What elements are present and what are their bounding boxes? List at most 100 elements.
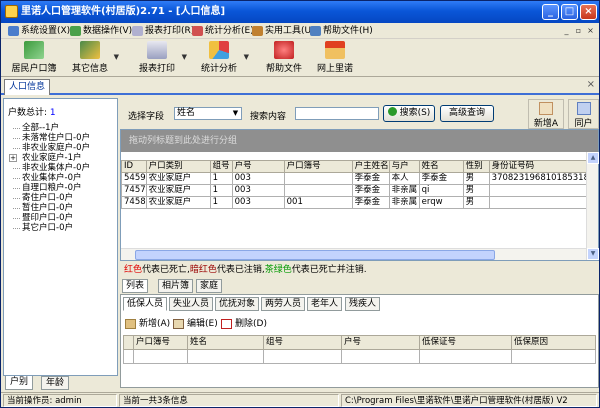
menu-data-ops[interactable]: 数据操作(V) <box>69 24 132 38</box>
stat-analysis-button[interactable]: 统计分析 ▼ <box>197 41 249 75</box>
col-id-number[interactable]: 身份证号码 <box>488 160 591 173</box>
chevron-down-icon[interactable]: ▼ <box>230 108 241 119</box>
table-cell: 003 <box>231 172 285 185</box>
special-groups-panel: 低保人员 失业人员 优抚对象 两劳人员 老年人 残疾人 新增(A) 编辑(E) … <box>120 294 599 388</box>
search-input[interactable] <box>295 107 379 120</box>
col-book-no[interactable]: 户口簿号 <box>133 335 188 350</box>
mdi-restore-button[interactable]: ▫ <box>573 26 584 36</box>
tab-label: 失业人员 <box>173 299 210 309</box>
mdi-minimize-button[interactable]: _ <box>561 26 572 36</box>
scroll-thumb[interactable] <box>135 250 495 260</box>
tree-item[interactable]: 其它户口-0户 <box>8 223 90 233</box>
table-row[interactable]: 7458 农业家庭户 1 003 001 李泰金 非亲属 erqw 男 <box>121 196 591 209</box>
tree-item[interactable]: 非农业集体户-0户 <box>8 163 90 173</box>
legend-text: 代表已死亡并注销. <box>291 265 367 275</box>
tree-item[interactable]: 农业集体户-0户 <box>8 173 90 183</box>
person-table: ID 户口类别 组号 户号 户口簿号 户主姓名 与户 姓名 性别 身份证号码 5 <box>121 160 591 209</box>
tree-item[interactable]: 自理口粮户-0户 <box>8 183 90 193</box>
col-gender[interactable]: 性别 <box>462 160 490 173</box>
edit-record-button[interactable]: 编辑(E) <box>173 317 218 331</box>
tree-item[interactable]: 暨印户口-0户 <box>8 213 90 223</box>
app-window: 里诺人口管理软件(村居版)2.71 - [人口信息] _ □ × 系统设置(X)… <box>0 0 600 408</box>
tab-elderly[interactable]: 老年人 <box>307 297 343 311</box>
low-income-table: 户口簿号 姓名 组号 户号 低保证号 低保原因 <box>123 335 596 364</box>
col-name[interactable]: 姓名 <box>418 160 464 173</box>
tab-disabled[interactable]: 残疾人 <box>345 297 381 311</box>
tab-label: 两劳人员 <box>265 299 302 309</box>
col-head-name[interactable]: 户主姓名 <box>351 160 390 173</box>
tree-item[interactable]: 未落常住户口-0户 <box>8 133 90 143</box>
vertical-scrollbar[interactable]: ▲ ▼ <box>586 152 599 260</box>
tab-unemployed[interactable]: 失业人员 <box>169 297 214 311</box>
table-row[interactable] <box>123 349 596 364</box>
col-id[interactable]: ID <box>121 160 147 173</box>
dropdown-arrow-icon[interactable]: ▼ <box>182 53 187 61</box>
horizontal-scrollbar[interactable] <box>121 248 586 260</box>
col-low-income-reason[interactable]: 低保原因 <box>511 335 596 350</box>
field-select-value: 姓名 <box>177 108 196 118</box>
tree-item-all[interactable]: 全部--1户 <box>8 123 90 133</box>
col-relation[interactable]: 与户 <box>388 160 420 173</box>
tree-item[interactable]: 寄住户口-0户 <box>8 193 90 203</box>
close-button[interactable]: × <box>580 4 597 20</box>
tree-item[interactable]: 暂住户口-0户 <box>8 203 90 213</box>
col-group[interactable]: 组号 <box>209 160 233 173</box>
advanced-search-button[interactable]: 高级查询 <box>440 105 494 122</box>
tab-person-info[interactable]: 人口信息 <box>4 79 51 95</box>
dropdown-arrow-icon[interactable]: ▼ <box>114 53 119 61</box>
report-print-button[interactable]: 报表打印 ▼ <box>135 41 187 75</box>
menu-system-settings[interactable]: 系统设置(X) <box>7 24 70 38</box>
tree-item-expandable[interactable]: + 农业家庭户-1户 <box>8 153 90 163</box>
table-cell: 李泰金 <box>418 172 464 185</box>
tree-line <box>13 228 20 229</box>
tree-line <box>13 218 20 219</box>
online-button[interactable]: 网上里诺 <box>313 41 357 75</box>
help-file-button[interactable]: 帮助文件 <box>263 41 305 75</box>
tab-ex-prisoners[interactable]: 两劳人员 <box>261 297 306 311</box>
menu-stat-analysis[interactable]: 统计分析(E) <box>191 24 254 38</box>
menu-help[interactable]: 帮助文件(H) <box>309 24 373 38</box>
col-book-no[interactable]: 户口簿号 <box>283 160 353 173</box>
tab-list[interactable]: 列表 <box>122 279 149 293</box>
maximize-button[interactable]: □ <box>561 4 578 20</box>
resident-book-button[interactable]: 居民户口簿 <box>7 41 61 75</box>
tab-age[interactable]: 年龄 <box>41 376 70 390</box>
tab-family[interactable]: 家庭 <box>196 279 223 293</box>
tab-low-income[interactable]: 低保人员 <box>123 297 168 311</box>
same-household-label: 同户 <box>574 119 593 129</box>
mdi-close-button[interactable]: × <box>585 26 596 36</box>
col-low-income-cert[interactable]: 低保证号 <box>419 335 512 350</box>
group-by-area[interactable]: 拖动列标题到此处进行分组 <box>121 130 598 152</box>
tab-photo-book[interactable]: 相片簿 <box>158 279 194 293</box>
scroll-up-icon[interactable]: ▲ <box>587 152 599 164</box>
advanced-search-label: 高级查询 <box>448 108 485 118</box>
minimize-button[interactable]: _ <box>542 4 559 20</box>
col-name[interactable]: 姓名 <box>187 335 264 350</box>
delete-record-button[interactable]: 删除(D) <box>221 317 267 331</box>
tree-item[interactable]: 非农业家庭户-0户 <box>8 143 90 153</box>
expand-icon[interactable]: + <box>9 154 17 162</box>
left-tabs: 户别 年龄 <box>3 376 118 390</box>
table-cell: 003 <box>231 196 285 209</box>
tab-preferential[interactable]: 优抚对象 <box>215 297 260 311</box>
scroll-down-icon[interactable]: ▼ <box>587 248 599 260</box>
col-household-no[interactable]: 户号 <box>231 160 285 173</box>
col-household-no[interactable]: 户号 <box>341 335 420 350</box>
table-row[interactable]: 5459 农业家庭户 1 003 李泰金 本人 李泰金男 370823196810185318 <box>121 172 591 185</box>
table-row[interactable]: 7457 农业家庭户 1 003 李泰金 非亲属 qi 男 <box>121 184 591 197</box>
col-hukou-type[interactable]: 户口类别 <box>145 160 211 173</box>
tab-household-type[interactable]: 户别 <box>5 376 34 390</box>
add-person-button[interactable]: 新增A <box>528 99 564 129</box>
menu-tools[interactable]: 实用工具(U) <box>251 24 315 38</box>
same-household-button[interactable]: 同户 <box>568 99 599 129</box>
search-row: 选择字段 姓名 ▼ 搜索内容 搜索(S) 高级查询 新增A 同户 <box>120 97 599 129</box>
col-group[interactable]: 组号 <box>263 335 342 350</box>
search-button[interactable]: 搜索(S) <box>383 105 435 122</box>
close-tab-icon[interactable]: × <box>587 79 595 90</box>
menu-report-print[interactable]: 报表打印(R) <box>131 24 194 38</box>
add-record-button[interactable]: 新增(A) <box>125 317 170 331</box>
content-label: 搜索内容 <box>250 112 287 122</box>
other-info-button[interactable]: 其它信息 ▼ <box>69 41 119 75</box>
field-select[interactable]: 姓名 ▼ <box>174 107 242 120</box>
dropdown-arrow-icon[interactable]: ▼ <box>244 53 249 61</box>
